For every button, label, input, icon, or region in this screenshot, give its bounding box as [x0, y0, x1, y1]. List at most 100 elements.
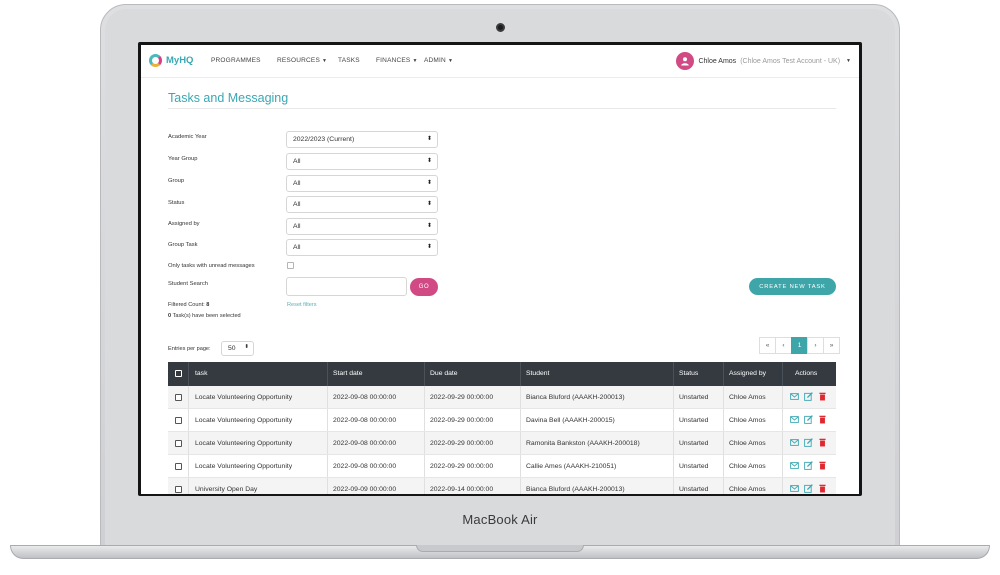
top-navbar: MyHQ PROGRAMMES RESOURCES ▼ TASKS FINANCE… [141, 45, 859, 78]
cell-status: Unstarted [679, 394, 709, 401]
nav-tasks[interactable]: TASKS [338, 57, 360, 64]
table-row[interactable]: University Open Day 2022-09-09 00:00:00 … [168, 478, 836, 494]
go-button[interactable]: GO [410, 278, 438, 296]
table-row[interactable]: Locate Volunteering Opportunity 2022-09-… [168, 409, 836, 432]
select-arrows-icon: ⬍ [426, 180, 432, 186]
academic-year-label: Academic Year [168, 134, 207, 140]
student-search-input[interactable] [286, 277, 407, 296]
col-due-date[interactable]: Due date [430, 370, 458, 377]
logo-text: MyHQ [166, 55, 194, 66]
col-student[interactable]: Student [526, 370, 549, 377]
caret-down-icon: ▼ [846, 58, 851, 64]
envelope-icon[interactable] [790, 415, 799, 424]
cell-due-date: 2022-09-29 00:00:00 [430, 394, 494, 401]
trash-icon[interactable] [818, 392, 827, 401]
create-new-task-button[interactable]: CREATE NEW TASK [749, 278, 836, 295]
nav-label: RESOURCES [277, 57, 320, 64]
reset-filters-link[interactable]: Reset filters [287, 302, 317, 308]
cell-student: Davina Bell (AAAKH-200015) [526, 417, 615, 424]
user-menu[interactable]: Chloe Amos (Chloe Amos Test Account - UK… [676, 52, 851, 70]
cell-status: Unstarted [679, 417, 709, 424]
nav-finances[interactable]: FINANCES ▼ [376, 57, 418, 64]
status-select[interactable]: All ⬍ [286, 196, 438, 213]
cell-assigned-by: Chloe Amos [729, 486, 766, 493]
group-task-select[interactable]: All ⬍ [286, 239, 438, 256]
select-arrows-icon: ⬍ [426, 201, 432, 207]
cell-start-date: 2022-09-08 00:00:00 [333, 440, 397, 447]
select-value: 50 [228, 345, 236, 352]
envelope-icon[interactable] [790, 438, 799, 447]
cell-student: Bianca Bluford (AAAKH-200013) [526, 486, 625, 493]
envelope-icon[interactable] [790, 484, 799, 493]
app-logo[interactable]: MyHQ [149, 54, 193, 67]
trash-icon[interactable] [818, 484, 827, 493]
select-arrows-icon: ⬍ [426, 223, 432, 229]
cell-student: Ramonita Bankston (AAAKH-200018) [526, 440, 640, 447]
edit-icon[interactable] [804, 392, 813, 401]
academic-year-select[interactable]: 2022/2023 (Current) ⬍ [286, 131, 438, 148]
trash-icon[interactable] [818, 438, 827, 447]
col-assigned-by[interactable]: Assigned by [729, 370, 766, 377]
page-1-button[interactable]: 1 [791, 337, 808, 354]
nav-label: ADMIN [424, 57, 446, 64]
assigned-by-select[interactable]: All ⬍ [286, 218, 438, 235]
caret-down-icon: ▼ [321, 58, 328, 64]
next-page-button[interactable]: › [807, 337, 824, 354]
unread-checkbox[interactable] [287, 262, 294, 269]
tasks-table: task Start date Due date Student Status … [168, 362, 836, 494]
nav-resources[interactable]: RESOURCES ▼ [277, 57, 327, 64]
caret-down-icon: ▼ [412, 58, 418, 64]
filtered-count: Filtered Count: 8 [168, 302, 209, 308]
group-select[interactable]: All ⬍ [286, 175, 438, 192]
selected-count: 0 Task(s) have been selected [168, 313, 241, 319]
cell-due-date: 2022-09-29 00:00:00 [430, 463, 494, 470]
envelope-icon[interactable] [790, 392, 799, 401]
select-all-checkbox[interactable] [175, 370, 182, 377]
entries-per-page-label: Entries per page: [168, 346, 211, 352]
nav-label: TASKS [338, 57, 360, 64]
laptop-notch [416, 545, 584, 552]
row-checkbox[interactable] [175, 486, 182, 493]
edit-icon[interactable] [804, 415, 813, 424]
cell-assigned-by: Chloe Amos [729, 417, 766, 424]
row-checkbox[interactable] [175, 463, 182, 470]
trash-icon[interactable] [818, 461, 827, 470]
row-checkbox[interactable] [175, 394, 182, 401]
trash-icon[interactable] [818, 415, 827, 424]
nav-label: PROGRAMMES [211, 57, 261, 64]
select-arrows-icon: ⬍ [426, 136, 432, 142]
cell-task: Locate Volunteering Opportunity [195, 440, 293, 447]
filtered-count-label: Filtered Count: [168, 302, 205, 308]
edit-icon[interactable] [804, 484, 813, 493]
first-page-button[interactable]: « [759, 337, 776, 354]
cell-status: Unstarted [679, 440, 709, 447]
camera-icon [496, 23, 505, 32]
user-name: Chloe Amos [698, 57, 737, 65]
select-arrows-icon: ⬍ [244, 344, 249, 350]
prev-page-button[interactable]: ‹ [775, 337, 792, 354]
nav-admin[interactable]: ADMIN ▼ [424, 57, 453, 64]
year-group-select[interactable]: All ⬍ [286, 153, 438, 170]
select-value: All [293, 180, 301, 187]
col-status[interactable]: Status [679, 370, 698, 377]
cell-student: Callie Ames (AAAKH-210051) [526, 463, 617, 470]
select-arrows-icon: ⬍ [426, 244, 432, 250]
logo-icon [149, 54, 162, 67]
col-task[interactable]: task [195, 370, 207, 377]
edit-icon[interactable] [804, 461, 813, 470]
envelope-icon[interactable] [790, 461, 799, 470]
row-checkbox[interactable] [175, 440, 182, 447]
last-page-button[interactable]: » [823, 337, 840, 354]
entries-per-page-select[interactable]: 50 ⬍ [221, 341, 254, 356]
col-start-date[interactable]: Start date [333, 370, 362, 377]
table-row[interactable]: Locate Volunteering Opportunity 2022-09-… [168, 455, 836, 478]
select-value: All [293, 244, 301, 251]
table-row[interactable]: Locate Volunteering Opportunity 2022-09-… [168, 386, 836, 409]
edit-icon[interactable] [804, 438, 813, 447]
unread-label: Only tasks with unread messages [168, 263, 255, 269]
cell-task: Locate Volunteering Opportunity [195, 417, 293, 424]
table-row[interactable]: Locate Volunteering Opportunity 2022-09-… [168, 432, 836, 455]
row-checkbox[interactable] [175, 417, 182, 424]
nav-programmes[interactable]: PROGRAMMES [211, 57, 261, 64]
cell-start-date: 2022-09-08 00:00:00 [333, 394, 397, 401]
